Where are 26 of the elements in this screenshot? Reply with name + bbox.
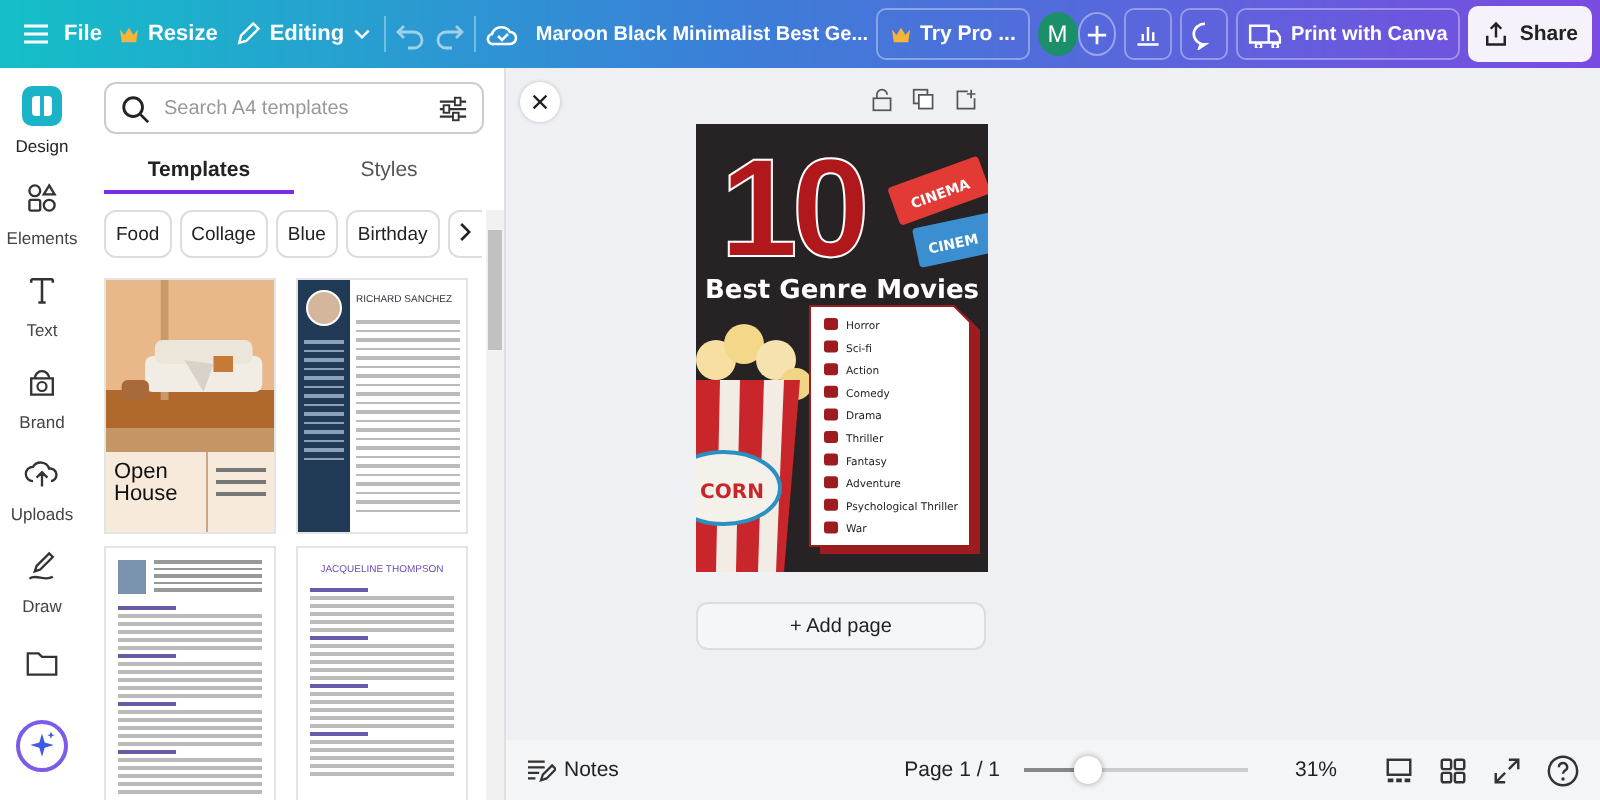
search-bar[interactable]: Search A4 templates xyxy=(104,82,484,134)
try-pro-button[interactable]: Try Pro ... xyxy=(876,8,1030,60)
category-chip[interactable]: Collage xyxy=(179,210,268,258)
share-button[interactable]: Share xyxy=(1467,6,1592,62)
add-page-button[interactable]: + Add page xyxy=(696,602,986,650)
sidebar-item[interactable]: Brand xyxy=(0,360,84,432)
zoom-reading: 31% xyxy=(1292,758,1339,782)
print-button[interactable]: Print with Canva xyxy=(1236,8,1460,60)
sidebar-item[interactable]: Elements xyxy=(0,176,84,248)
sidebar-item[interactable]: Text xyxy=(0,268,84,340)
search-field[interactable]: Search A4 templates xyxy=(160,95,428,121)
template-title: Open House xyxy=(112,458,180,510)
panel-tab[interactable]: Templates xyxy=(104,150,294,194)
sidebar-item[interactable]: Draw xyxy=(0,544,84,616)
sidebar-item[interactable]: Uploads xyxy=(0,452,84,524)
sidebar-item[interactable]: Design xyxy=(0,84,84,156)
panel-tab[interactable]: Styles xyxy=(294,150,484,194)
notes-button[interactable]: Notes xyxy=(526,757,619,783)
category-chip[interactable]: Food xyxy=(104,210,172,258)
popcorn-drawing: CORN xyxy=(696,324,812,572)
user-avatar[interactable]: M xyxy=(1037,12,1078,56)
page-indicator: Page 1 / 1 xyxy=(904,758,1000,782)
category-chip[interactable]: Blue xyxy=(275,210,338,258)
design-title[interactable]: Maroon Black Minimalist Best Ge... xyxy=(535,23,869,45)
category-chip[interactable]: Birthday xyxy=(345,210,440,258)
template-thumbnail[interactable]: Open House xyxy=(104,278,276,534)
